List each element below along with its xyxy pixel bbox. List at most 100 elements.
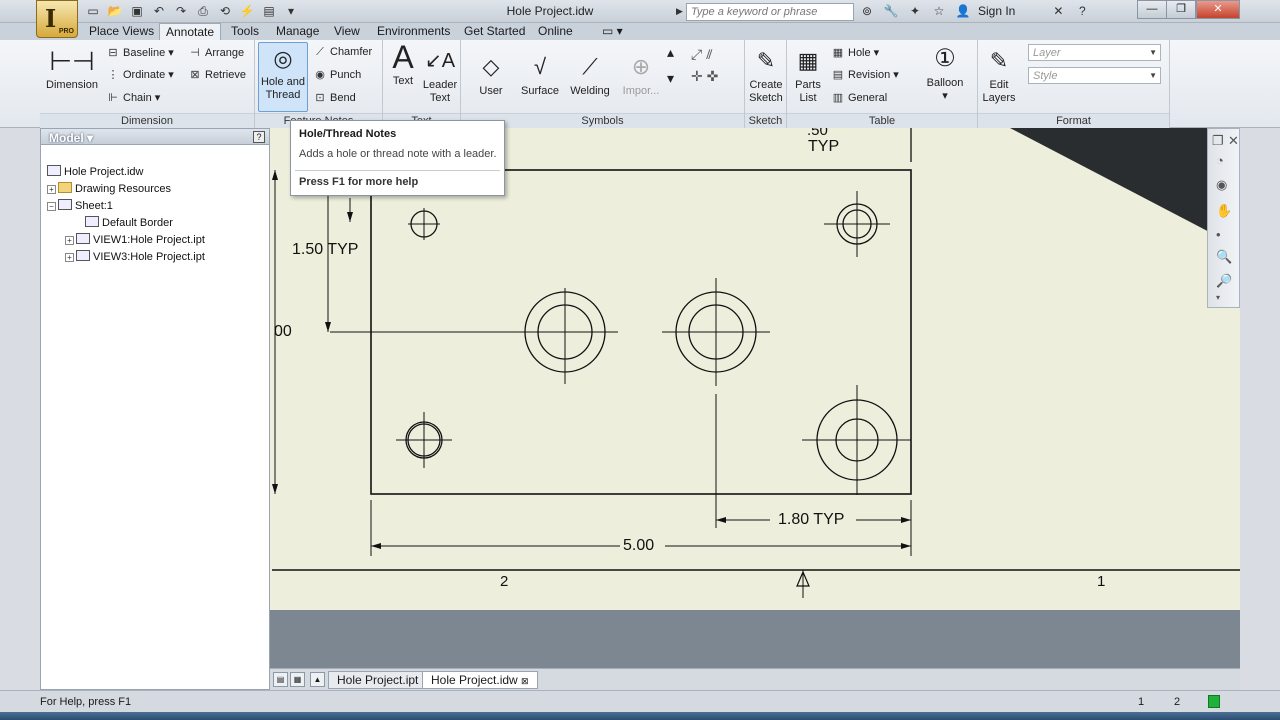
dim-top-typ[interactable]: TYP <box>808 138 839 156</box>
redo-icon[interactable]: ↷ <box>172 3 190 19</box>
revision-table-button[interactable]: ▤ Revision ▾ <box>831 68 899 81</box>
undo-icon[interactable]: ↶ <box>150 3 168 19</box>
chamfer-button[interactable]: ⟋ Chamfer <box>313 46 372 59</box>
dim-left-value[interactable]: 1.50 TYP <box>292 241 358 259</box>
collapse-icon[interactable]: − <box>47 202 56 211</box>
favorite-icon[interactable]: ☆ <box>930 3 948 19</box>
expand-icon[interactable]: + <box>65 253 74 262</box>
welding-icon: ⟋ <box>582 54 598 79</box>
style-dropdown[interactable]: Style ▼ <box>1028 67 1161 84</box>
browser-help-icon[interactable]: ? <box>253 131 265 143</box>
dim-bottom-value[interactable]: 5.00 <box>623 537 654 555</box>
tree-item-view1[interactable]: + VIEW1:Hole Project.ipt <box>65 233 205 246</box>
browser-title[interactable]: Model ▾ <box>49 131 93 145</box>
parts-list-button[interactable]: ▦ Parts List <box>791 46 825 105</box>
hole-and-thread-button[interactable]: ◎ Hole and Thread <box>258 42 308 112</box>
doc-tab-idw[interactable]: Hole Project.idw ⊠ <box>422 671 538 689</box>
tab-online[interactable]: Online <box>532 23 579 40</box>
more-icon[interactable]: ▾ <box>282 3 300 19</box>
dim-left-cut-value[interactable]: 00 <box>274 323 292 341</box>
user-symbol-button[interactable]: ◇ User <box>471 52 511 98</box>
tree-item-sheet[interactable]: − Sheet:1 <box>47 199 113 212</box>
nav-fullwheel-icon[interactable]: ◉ <box>1216 177 1227 193</box>
view-icon <box>76 233 90 244</box>
new-icon[interactable]: ▭ <box>84 3 102 19</box>
bend-button[interactable]: ⊡ Bend <box>313 91 355 104</box>
nav-restore-icon[interactable]: ❐ <box>1212 133 1224 149</box>
user-icon[interactable]: 👤 <box>954 3 972 19</box>
leader-line-icon[interactable]: ⤢ ⫽ <box>691 46 712 63</box>
tree-item-drawing-resources[interactable]: + Drawing Resources <box>47 182 171 195</box>
save-icon[interactable]: ▣ <box>128 3 146 19</box>
chain-button[interactable]: ⊩ Chain ▾ <box>106 91 160 104</box>
balloon-button[interactable]: ① Balloon ▾ <box>923 44 967 103</box>
tab-place-views[interactable]: Place Views <box>83 23 160 40</box>
return-icon[interactable]: ⟲ <box>216 3 234 19</box>
tab-get-started[interactable]: Get Started <box>458 23 531 40</box>
nav-options-icon[interactable]: ▾ <box>1216 293 1220 302</box>
minimize-button[interactable]: — <box>1137 0 1167 19</box>
application-menu-button[interactable]: I PRO <box>36 0 78 38</box>
tab-list-icon[interactable]: ▲ <box>310 672 325 687</box>
arrange-button[interactable]: ⊣ Arrange <box>188 46 244 59</box>
cascade-icon[interactable]: ▦ <box>290 672 305 687</box>
pan-icon[interactable]: ✋ <box>1216 203 1232 219</box>
text-button[interactable]: A Text <box>386 41 420 88</box>
create-sketch-button[interactable]: ✎ Create Sketch <box>746 46 786 105</box>
nav-close-icon[interactable]: ✕ <box>1228 133 1239 149</box>
centermark-icon[interactable]: ✛ ✜ <box>691 68 718 85</box>
ribbon: ⊢⊣ Dimension ⊟ Baseline ▾ ⋮ Ordinate ▾ ⊩ Ch… <box>0 40 1280 128</box>
select-icon[interactable]: ▤ <box>260 3 278 19</box>
symbols-scroll-down[interactable]: ▾ <box>667 70 674 87</box>
print-icon[interactable]: ⎙ <box>194 3 212 19</box>
help-search-input[interactable]: Type a keyword or phrase <box>686 3 854 21</box>
drawing-canvas[interactable]: .50 TYP 1.50 TYP 00 1.80 TYP 5.00 2 1 <box>270 128 1240 668</box>
help-icon[interactable]: ? <box>1073 3 1091 19</box>
tile-icon[interactable]: ▤ <box>273 672 288 687</box>
leader-text-button[interactable]: ↙A Leader Text <box>421 46 459 105</box>
symbols-scroll-up[interactable]: ▴ <box>667 44 674 61</box>
sparkle-icon[interactable]: ✦ <box>906 3 924 19</box>
tab-environments[interactable]: Environments <box>371 23 456 40</box>
layer-dropdown[interactable]: Layer ▼ <box>1028 44 1161 61</box>
tab-tools[interactable]: Tools <box>225 23 265 40</box>
edit-layers-button[interactable]: ✎ Edit Layers <box>980 46 1018 105</box>
open-icon[interactable]: 📂 <box>106 3 124 19</box>
surface-button[interactable]: √ Surface <box>519 52 561 98</box>
tree-item-view3[interactable]: + VIEW3:Hole Project.ipt <box>65 250 205 263</box>
doc-tab-ipt[interactable]: Hole Project.ipt <box>328 671 428 689</box>
tooltip-description: Adds a hole or thread note with a leader… <box>299 148 497 160</box>
zoom-window-icon[interactable]: 🔎 <box>1216 273 1232 289</box>
tree-item-default-border[interactable]: Default Border <box>85 216 173 229</box>
welding-button[interactable]: ⟋ Welding <box>567 52 613 98</box>
punch-button[interactable]: ◉ Punch <box>313 68 361 81</box>
wrench-icon[interactable]: 🔧 <box>882 3 900 19</box>
tab-manage[interactable]: Manage <box>270 23 325 40</box>
tab-annotate[interactable]: Annotate <box>159 23 222 40</box>
dim-right-value[interactable]: 1.80 TYP <box>778 511 844 529</box>
tree-item-root[interactable]: Hole Project.idw <box>47 165 143 178</box>
revision-table-icon: ▤ <box>832 69 844 81</box>
zoom-icon[interactable]: 🔍 <box>1216 249 1232 265</box>
expand-icon[interactable]: + <box>47 185 56 194</box>
general-table-button[interactable]: ▥ General <box>831 91 887 104</box>
tab-overflow-icon[interactable]: ▭ ▾ <box>596 23 629 40</box>
update-icon[interactable]: ⚡ <box>238 3 256 19</box>
import-button[interactable]: ⊕ Impor... <box>617 52 665 98</box>
maximize-button[interactable]: ❐ <box>1166 0 1196 19</box>
close-tab-icon[interactable]: ⊠ <box>521 676 529 686</box>
tab-view[interactable]: View <box>328 23 366 40</box>
close-button[interactable]: ✕ <box>1196 0 1240 19</box>
dimension-button[interactable]: ⊢⊣ Dimension <box>42 46 102 92</box>
baseline-button[interactable]: ⊟ Baseline ▾ <box>106 46 173 59</box>
binoculars-icon[interactable]: ⊚ <box>858 3 876 19</box>
expand-icon[interactable]: + <box>65 236 74 245</box>
status-bar: For Help, press F1 1 2 <box>0 690 1280 712</box>
exchange-icon[interactable]: ✕ <box>1049 3 1067 19</box>
retrieve-button[interactable]: ⊠ Retrieve <box>188 68 246 81</box>
ordinate-button[interactable]: ⋮ Ordinate ▾ <box>106 68 174 81</box>
nav-steering-icon[interactable]: ◔ <box>1216 153 1224 168</box>
hole-table-button[interactable]: ▦ Hole ▾ <box>831 46 879 59</box>
search-expand-icon[interactable]: ▶ <box>676 6 683 17</box>
sign-in-link[interactable]: Sign In <box>978 4 1015 18</box>
